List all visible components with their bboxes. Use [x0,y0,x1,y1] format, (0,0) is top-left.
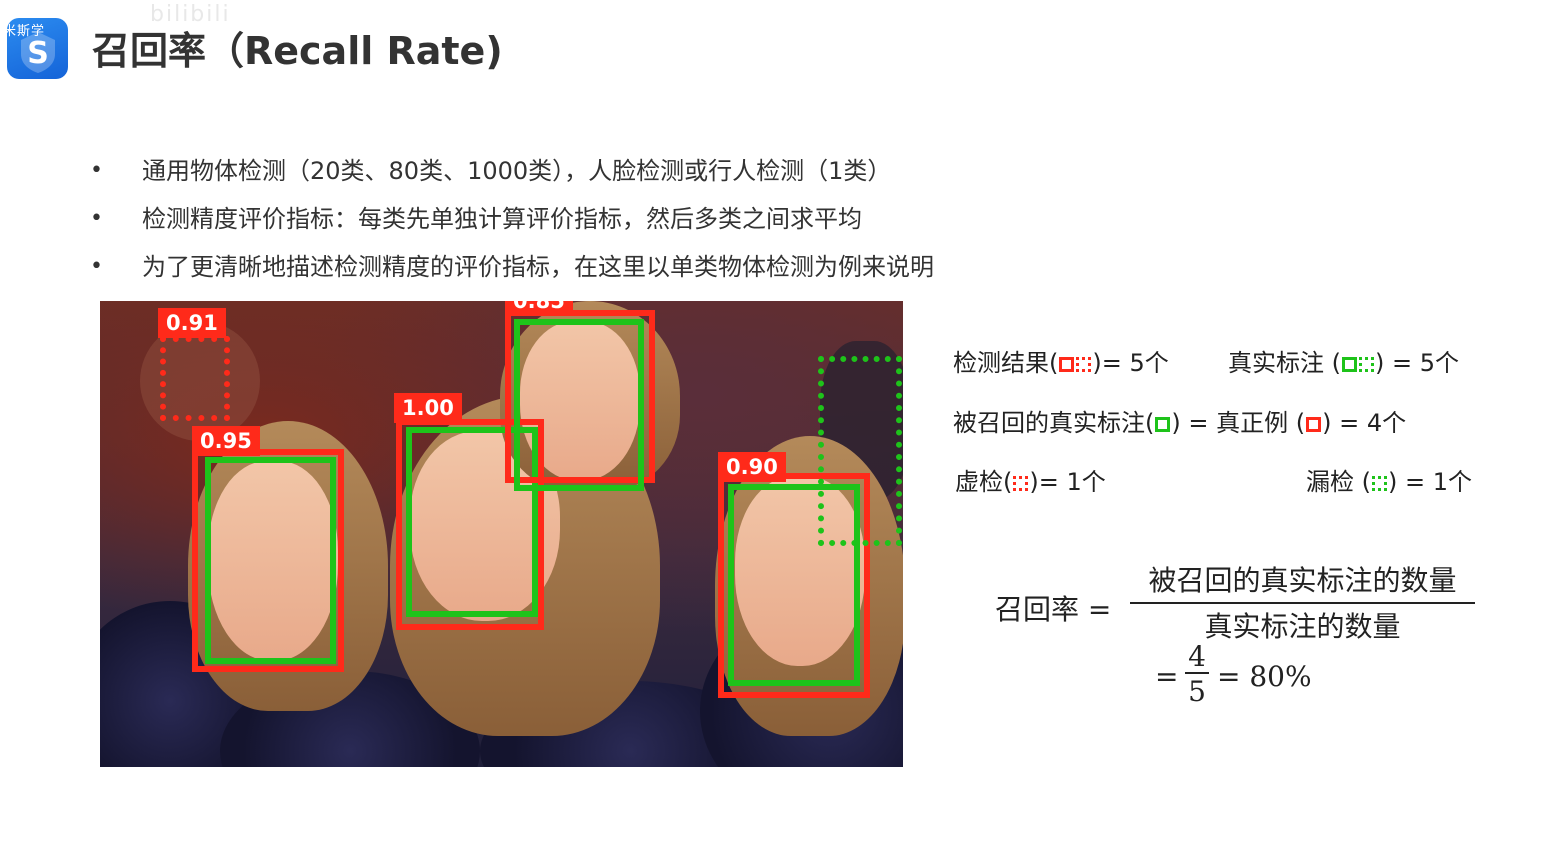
ground-truth-box [514,319,644,491]
stat-missed: 漏检 ( ) = 1个 [1306,462,1472,497]
small-fraction: 4 5 [1185,640,1209,708]
score-label: 0.90 [718,452,786,482]
app-logo: 米斯学 S [7,18,68,79]
red-box-icon [1306,417,1322,432]
stat-label: 被召回的真实标注( [953,409,1155,437]
svg-text:S: S [27,36,49,71]
stat-value: )= 5个 [1092,349,1169,377]
formula-lhs: 召回率 = [995,593,1112,626]
small-fraction-denominator: 5 [1188,675,1206,708]
stat-value: )= 1个 [1029,468,1106,496]
bullet-list: 通用物体检测（20类、80类、1000类），人脸检测或行人检测（1类） 检测精度… [90,150,934,294]
small-fraction-numerator: 4 [1188,640,1206,673]
red-dotted-box-icon [1076,357,1092,372]
score-label: 0.95 [192,426,260,456]
stat-value: ) = 4个 [1322,409,1407,437]
stat-recalled: 被召回的真实标注( ) = 真正例 ( ) = 4个 [953,403,1406,438]
page-title: 召回率（Recall Rate) [92,29,503,73]
stat-detections: 检测结果( )= 5个 [953,343,1169,378]
equals-sign: = [1155,660,1179,693]
stat-label: 检测结果( [953,349,1059,377]
stat-label: 虚检( [955,468,1013,496]
s-logo-icon: S [21,32,55,73]
ground-truth-box [205,457,336,664]
stat-mid: ) = 真正例 ( [1171,409,1306,437]
missed-ground-truth-box [818,356,902,546]
green-box-icon [1342,357,1357,372]
green-dotted-box-icon [1359,357,1374,372]
formula-denominator: 真实标注的数量 [1204,610,1401,643]
bullet-item: 检测精度评价指标：每类先单独计算评价指标，然后多类之间求平均 [90,198,934,246]
stat-value: ) = 5个 [1375,349,1459,377]
stat-false-positive: 虚检( )= 1个 [955,462,1106,497]
formula-result: = 80% [1217,660,1312,693]
green-box-icon [1155,417,1171,432]
formula-numerator: 被召回的真实标注的数量 [1148,564,1457,597]
stat-ground-truth: 真实标注 ( ) = 5个 [1228,343,1459,378]
bullet-item: 通用物体检测（20类、80类、1000类），人脸检测或行人检测（1类） [90,150,934,198]
stat-value: ) = 1个 [1388,468,1472,496]
red-box-icon [1059,357,1075,372]
score-label: 0.91 [158,308,226,338]
bullet-item: 为了更清晰地描述检测精度的评价指标，在这里以单类物体检测为例来说明 [90,246,934,294]
score-label: 1.00 [394,393,462,423]
red-dotted-box-icon [1013,476,1029,491]
false-positive-box [160,336,230,421]
face-detection-photo: 0.91 0.95 1.00 0.85 0.90 [100,301,903,767]
green-dotted-box-icon [1372,476,1387,491]
fraction-bar [1130,602,1475,604]
stat-label: 漏检 ( [1306,468,1371,496]
score-label: 0.85 [505,301,573,316]
formula-fraction: 被召回的真实标注的数量 真实标注的数量 [1130,560,1475,648]
stat-label: 真实标注 ( [1228,349,1341,377]
